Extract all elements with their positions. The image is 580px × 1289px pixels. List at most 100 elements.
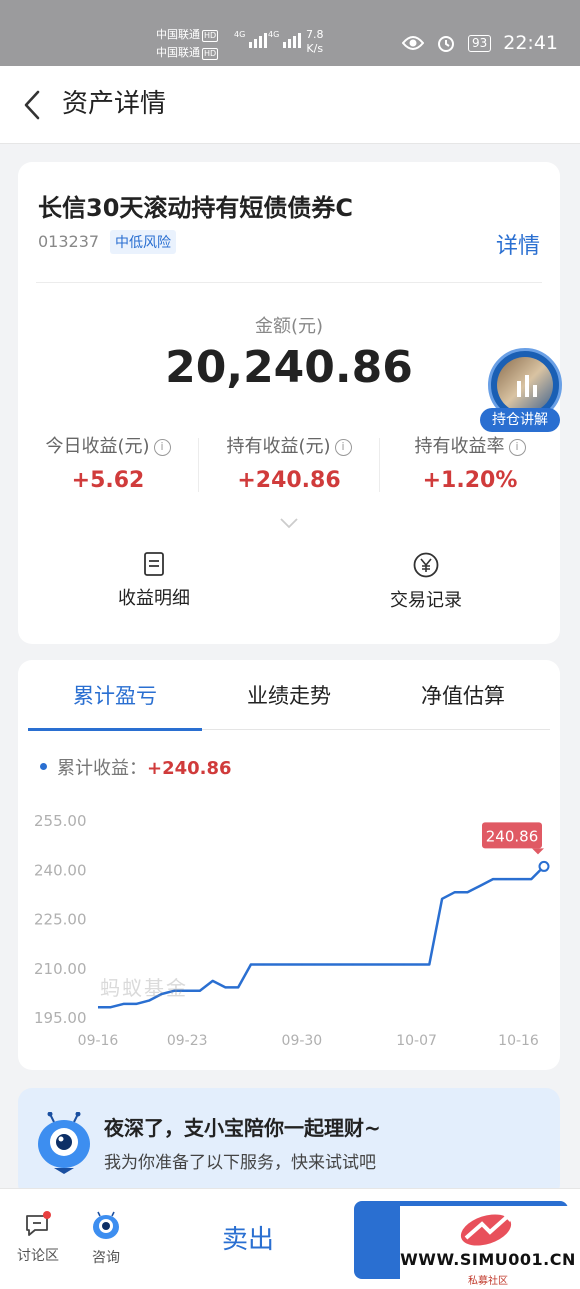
tooltip-pointer (532, 848, 544, 855)
signal-icon: 4G (268, 30, 302, 48)
holding-explain-label: 持仓讲解 (480, 408, 560, 432)
data-point (530, 878, 532, 880)
tab-cumulative-pnl[interactable]: 累计盈亏 (28, 680, 202, 710)
data-point (262, 963, 264, 965)
x-tick-label: 10-07 (396, 1033, 437, 1049)
hd-badge: HD (202, 48, 219, 60)
data-point (492, 878, 494, 880)
eye-icon (401, 36, 424, 50)
chart-watermark: 蚂蚁基金 (100, 976, 188, 1000)
consult-button[interactable]: 咨询 (76, 1211, 136, 1267)
carrier-2: 中国联通 (156, 46, 200, 59)
profit-line-chart[interactable]: 195.00 210.00 225.00 240.00 255.00 09-16 09-23… (18, 800, 560, 1060)
data-point (275, 963, 277, 965)
mascot-icon (38, 1112, 90, 1174)
tab-nav-estimate[interactable]: 净值估算 (376, 680, 550, 710)
profit-detail-button[interactable]: 收益明细 (74, 552, 234, 610)
legend-value: +240.86 (147, 758, 232, 779)
carrier-1: 中国联通 (156, 28, 200, 41)
x-tick-label: 09-16 (78, 1033, 119, 1049)
x-tick-label: 10-16 (498, 1033, 539, 1049)
promo-banner[interactable]: 夜深了，支小宝陪你一起理财~ 我为你准备了以下服务，快来试试吧 (18, 1088, 560, 1198)
y-tick-label: 255.00 (34, 812, 87, 830)
risk-badge: 中低风险 (110, 230, 176, 254)
metric-holding-rate: 持有收益率 i +1.20% (380, 432, 560, 493)
mascot-icon (93, 1211, 119, 1239)
asset-card: 长信30天滚动持有短债债券C 013237 中低风险 详情 金额(元) 20,2… (18, 162, 562, 644)
document-icon (144, 552, 164, 576)
legend-label: 累计收益： (57, 758, 147, 779)
tab-performance[interactable]: 业绩走势 (202, 680, 376, 710)
data-point (110, 1006, 112, 1008)
data-point (97, 1006, 99, 1008)
y-tick-label: 225.00 (34, 911, 87, 929)
data-point (135, 1003, 137, 1005)
data-point (364, 963, 366, 965)
data-point (313, 963, 315, 965)
data-point (517, 878, 519, 880)
discuss-button[interactable]: 讨论区 (8, 1211, 68, 1265)
alarm-icon (437, 36, 454, 52)
divider (36, 282, 542, 283)
y-tick-label: 195.00 (34, 1009, 87, 1027)
status-bar: 中国联通 HD 中国联通 HD 4G 4G 7.8 K/s 93 22:41 (0, 0, 580, 66)
chart-legend: 累计收益：+240.86 (40, 754, 232, 780)
data-point (403, 963, 405, 965)
yen-circle-icon (413, 552, 439, 578)
page-title: 资产详情 (62, 89, 167, 119)
data-point (454, 891, 456, 893)
chevron-down-icon[interactable] (280, 516, 298, 530)
sell-button[interactable]: 卖出 (170, 1219, 326, 1256)
metric-today-profit: 今日收益(元) i +5.62 (18, 432, 198, 493)
network-speed: 7.8 K/s (306, 28, 324, 55)
last-point-marker (538, 860, 550, 872)
data-point (377, 963, 379, 965)
chart-card: 累计盈亏 业绩走势 净值估算 累计收益：+240.86 195.00 210.00… (18, 660, 560, 1070)
back-arrow-icon[interactable] (20, 88, 50, 122)
data-point (466, 891, 468, 893)
data-point (301, 963, 303, 965)
data-point (415, 963, 417, 965)
hd-badge: HD (202, 30, 219, 42)
data-point (224, 986, 226, 988)
data-point (390, 963, 392, 965)
data-point (441, 898, 443, 900)
info-icon[interactable]: i (153, 439, 171, 456)
site-logo-icon (460, 1212, 512, 1246)
legend-dot (40, 763, 47, 770)
amount-value: 20,240.86 (165, 342, 413, 393)
data-point (326, 963, 328, 965)
fund-code: 013237 (38, 232, 100, 251)
data-point (288, 963, 290, 965)
y-tick-label: 210.00 (34, 960, 87, 978)
last-value-label: 240.86 (486, 827, 539, 845)
page-header: 资产详情 (0, 66, 580, 144)
y-tick-label: 240.00 (34, 861, 87, 879)
promo-subtitle: 我为你准备了以下服务，快来试试吧 (104, 1153, 376, 1173)
site-url: WWW.SIMU001.CN (400, 1250, 576, 1269)
data-point (199, 990, 201, 992)
signal-icon: 4G (234, 30, 268, 48)
data-point (237, 986, 239, 988)
data-point (352, 963, 354, 965)
holding-explain-badge[interactable]: 持仓讲解 (480, 348, 566, 434)
info-icon[interactable]: i (508, 439, 526, 456)
battery-icon: 93 (467, 34, 492, 52)
metric-holding-profit: 持有收益(元) i +240.86 (199, 432, 379, 493)
info-icon[interactable]: i (334, 439, 352, 456)
x-tick-label: 09-23 (167, 1033, 208, 1049)
data-point (211, 980, 213, 982)
data-point (479, 884, 481, 886)
site-subtitle: 私募社区 (468, 1276, 508, 1287)
data-point (250, 963, 252, 965)
chat-icon (26, 1211, 51, 1236)
amount-label: 金额(元) (254, 316, 324, 337)
promo-title: 夜深了，支小宝陪你一起理财~ (104, 1116, 381, 1140)
x-tick-label: 09-30 (282, 1033, 323, 1049)
clock: 22:41 (503, 32, 558, 54)
trade-record-button[interactable]: 交易记录 (346, 552, 506, 612)
tab-bar: 累计盈亏 业绩走势 净值估算 (28, 660, 550, 731)
data-point (339, 963, 341, 965)
data-point (505, 878, 507, 880)
detail-link[interactable]: 详情 (496, 228, 540, 260)
